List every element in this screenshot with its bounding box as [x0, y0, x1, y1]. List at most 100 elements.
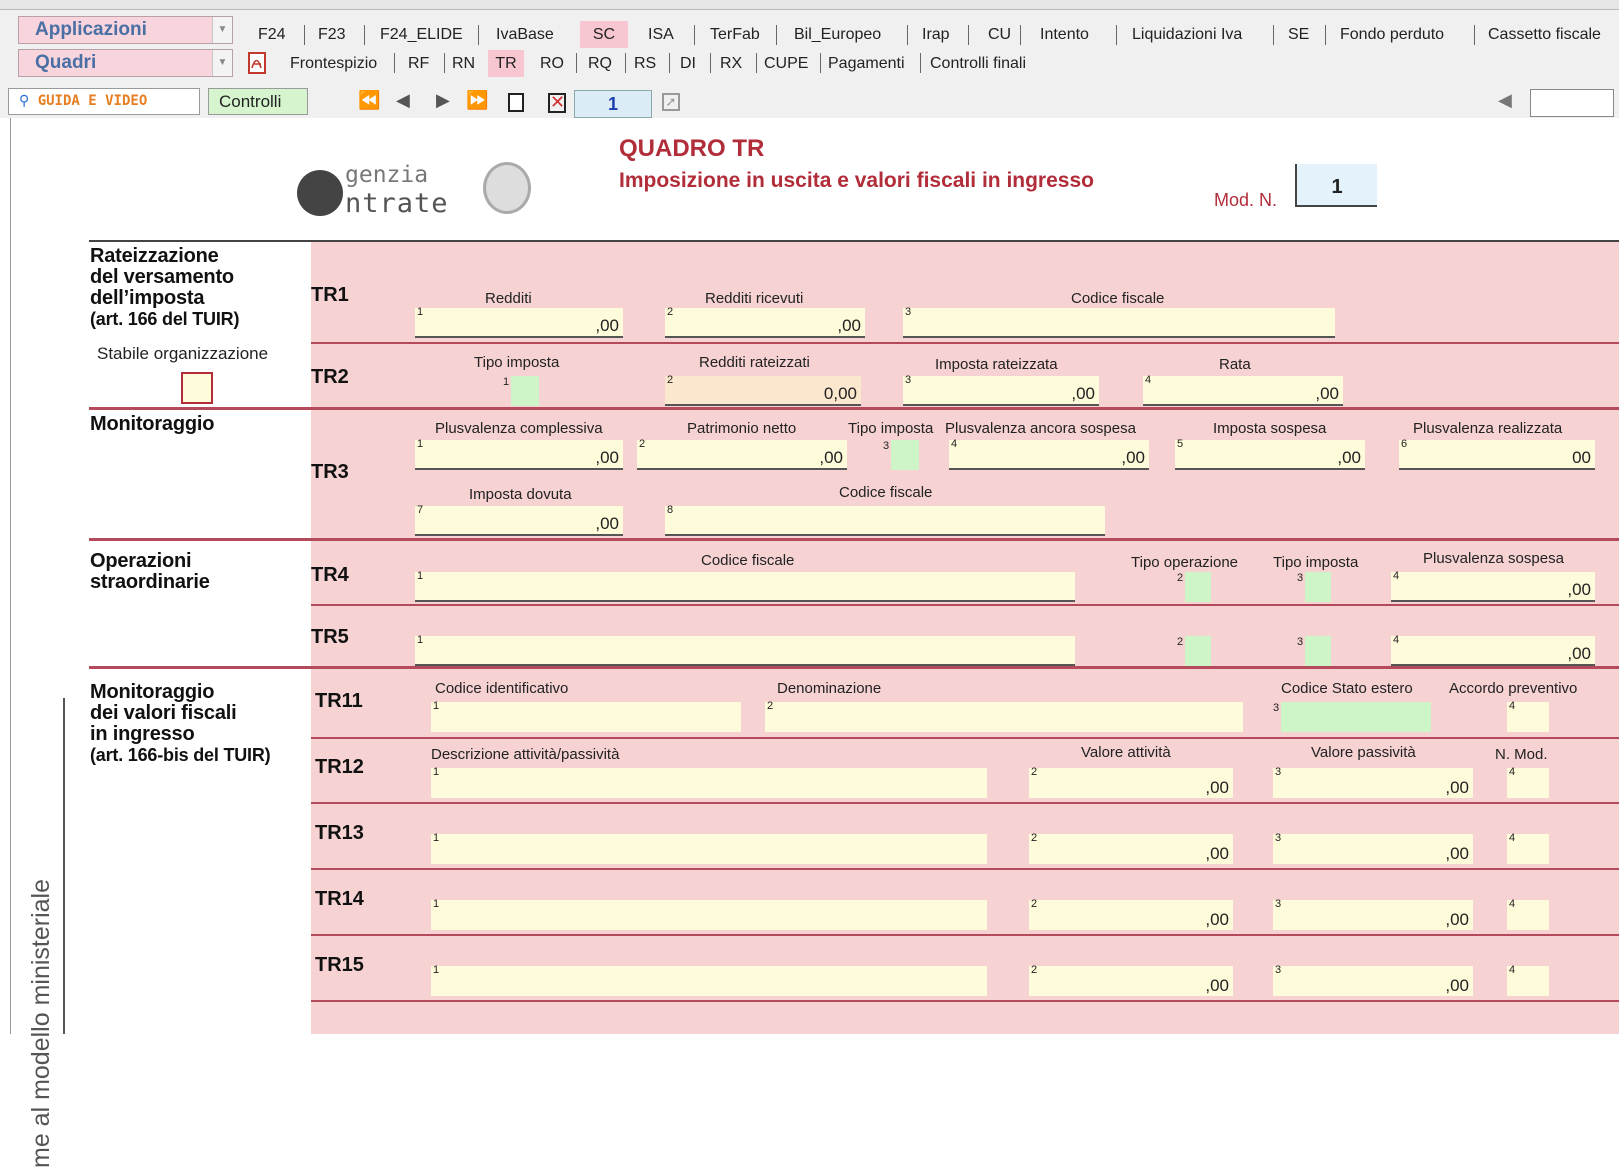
tr15-valore-passivita-field[interactable]: 3,00 — [1273, 964, 1473, 996]
tab-pagamenti[interactable]: Pagamenti — [828, 55, 905, 73]
tr1-redditi-ricevuti-field[interactable]: 2,00 — [665, 306, 865, 338]
tr3-patrimonio-netto-field[interactable]: 2,00 — [637, 438, 847, 470]
tab-sc[interactable]: SC — [580, 21, 628, 48]
tab-intento[interactable]: Intento — [1040, 26, 1089, 44]
tr5-tipo-operazione-field[interactable] — [1185, 636, 1211, 666]
tab-liquidazioni-iva[interactable]: Liquidazioni Iva — [1132, 26, 1242, 44]
tab-terfab[interactable]: TerFab — [710, 26, 760, 44]
tr1-codice-fiscale-field[interactable]: 3 — [903, 306, 1335, 338]
tr4-tipo-imposta-field[interactable] — [1305, 572, 1331, 602]
side-text: me al modello ministeriale — [27, 878, 55, 1168]
tr3-plusvalenza-complessiva-field[interactable]: 1,00 — [415, 438, 623, 470]
tr2-imposta-rateizzata-field[interactable]: 3,00 — [903, 374, 1099, 406]
pdf-icon[interactable] — [248, 52, 266, 74]
tab-irap[interactable]: Irap — [922, 26, 950, 44]
tr12-descrizione-field[interactable]: 1 — [431, 766, 987, 798]
guida-video-button[interactable]: ⚲ GUIDA E VIDEO — [8, 88, 200, 115]
tr12-valore-passivita-field[interactable]: 3,00 — [1273, 766, 1473, 798]
applicazioni-combo[interactable]: Applicazioni ▼ — [18, 16, 233, 44]
label-tipo-imposta-tr4: Tipo imposta — [1273, 554, 1359, 571]
tr11-denominazione-field[interactable]: 2 — [765, 700, 1243, 732]
label-imposta-sospesa: Imposta sospesa — [1213, 420, 1327, 437]
controlli-button[interactable]: Controlli — [208, 88, 308, 115]
tr14-n-mod-field[interactable]: 4 — [1507, 898, 1549, 930]
tr13-n-mod-field[interactable]: 4 — [1507, 832, 1549, 864]
tr15-descrizione-field[interactable]: 1 — [431, 964, 987, 996]
prev-page-icon[interactable]: ◀ — [396, 90, 410, 111]
tab-rq[interactable]: RQ — [588, 55, 612, 73]
last-page-icon[interactable]: ⏩ — [466, 90, 488, 111]
tr14-descrizione-field[interactable]: 1 — [431, 898, 987, 930]
scroll-left-icon[interactable]: ◀ — [1498, 90, 1512, 111]
tab-f23[interactable]: F23 — [318, 26, 346, 44]
tab-ro[interactable]: RO — [540, 55, 564, 73]
tab-rn[interactable]: RN — [452, 55, 475, 73]
help-icon: ⚲ — [19, 93, 30, 109]
new-page-icon[interactable] — [508, 93, 524, 112]
tab-di[interactable]: DI — [680, 55, 696, 73]
tr15-valore-attivita-field[interactable]: 2,00 — [1029, 964, 1233, 996]
tab-isa[interactable]: ISA — [648, 26, 674, 44]
tr4-tipo-operazione-field[interactable] — [1185, 572, 1211, 602]
first-page-icon[interactable]: ⏪ — [358, 90, 380, 111]
tr4-codice-fiscale-field[interactable]: 1 — [415, 570, 1075, 602]
tr13-valore-passivita-field[interactable]: 3,00 — [1273, 832, 1473, 864]
tab-rx[interactable]: RX — [720, 55, 742, 73]
stabile-field[interactable] — [181, 372, 213, 404]
tr2-tipo-imposta-field[interactable] — [511, 376, 539, 406]
tr12-valore-attivita-field[interactable]: 2,00 — [1029, 766, 1233, 798]
chevron-down-icon[interactable]: ▼ — [212, 50, 232, 76]
tr11-accordo-preventivo-field[interactable]: 4 — [1507, 700, 1549, 732]
tab-cupe[interactable]: CUPE — [764, 55, 808, 73]
tr11-codice-stato-estero-field[interactable] — [1281, 702, 1431, 732]
tr4-plusvalenza-sospesa-field[interactable]: 4,00 — [1391, 570, 1595, 602]
tr1-redditi-field[interactable]: 1,00 — [415, 306, 623, 338]
tab-rf[interactable]: RF — [408, 55, 429, 73]
tr5-tipo-imposta-field[interactable] — [1305, 636, 1331, 666]
divider-tr12 — [311, 802, 1619, 804]
tr12-n-mod-field[interactable]: 4 — [1507, 766, 1549, 798]
tab-f24[interactable]: F24 — [258, 26, 286, 44]
tab-controlli-finali[interactable]: Controlli finali — [930, 55, 1026, 73]
next-page-icon[interactable]: ▶ — [436, 90, 450, 111]
tab-f24-elide[interactable]: F24_ELIDE — [380, 26, 463, 44]
tr3-imposta-sospesa-field[interactable]: 5,00 — [1175, 438, 1365, 470]
tr15-n-mod-field[interactable]: 4 — [1507, 964, 1549, 996]
tab-ivabase[interactable]: IvaBase — [496, 26, 554, 44]
tr5-codice-fiscale-field[interactable]: 1 — [415, 634, 1075, 666]
quadri-combo[interactable]: Quadri ▼ — [18, 49, 233, 77]
tr13-valore-attivita-field[interactable]: 2,00 — [1029, 832, 1233, 864]
section-monitoraggio-valori: Monitoraggio dei valori fiscali in ingress… — [90, 681, 271, 766]
goto-page-icon[interactable]: ➚ — [662, 93, 680, 111]
tr3-imposta-dovuta-field[interactable]: 7,00 — [415, 504, 623, 536]
page-number-field[interactable]: 1 — [574, 90, 652, 118]
tr3-codice-fiscale-field[interactable]: 8 — [665, 504, 1105, 536]
tab-cu[interactable]: CU — [988, 26, 1011, 44]
search-field[interactable] — [1530, 89, 1614, 117]
tab-fondo-perduto[interactable]: Fondo perduto — [1340, 26, 1444, 44]
section-rateizzazione: Rateizzazione del versamento dell’imposta … — [90, 245, 240, 330]
tab-tr[interactable]: TR — [488, 50, 524, 77]
tr5-plusvalenza-sospesa-field[interactable]: 4,00 — [1391, 634, 1595, 666]
divider-tr1 — [311, 342, 1619, 344]
label-redditi-rateizzati: Redditi rateizzati — [699, 354, 810, 371]
tab-cassetto-fiscale[interactable]: Cassetto fiscale — [1488, 26, 1601, 44]
tr3-tipo-imposta-field[interactable] — [891, 440, 919, 470]
tab-se[interactable]: SE — [1288, 26, 1309, 44]
label-codice-fiscale-tr4: Codice fiscale — [701, 552, 795, 569]
tab-rs[interactable]: RS — [634, 55, 656, 73]
tr14-valore-attivita-field[interactable]: 2,00 — [1029, 898, 1233, 930]
tr2-rata-field[interactable]: 4,00 — [1143, 374, 1343, 406]
delete-page-icon[interactable]: ✕ — [548, 93, 566, 113]
mod-number-field[interactable]: 1 — [1295, 164, 1377, 207]
tr3-plusvalenza-realizzata-field[interactable]: 6 00 — [1399, 438, 1595, 470]
chevron-down-icon[interactable]: ▼ — [212, 17, 232, 43]
tr3-plusvalenza-ancora-sospesa-field[interactable]: 4,00 — [949, 438, 1149, 470]
tab-frontespizio[interactable]: Frontespizio — [290, 55, 377, 73]
tab-bil-europeo[interactable]: Bil_Europeo — [794, 26, 881, 44]
tr13-descrizione-field[interactable]: 1 — [431, 832, 987, 864]
tr11-codice-identificativo-field[interactable]: 1 — [431, 700, 741, 732]
label-tipo-imposta: Tipo imposta — [474, 354, 560, 371]
tr14-valore-passivita-field[interactable]: 3,00 — [1273, 898, 1473, 930]
tr2-redditi-rateizzati-field[interactable]: 2 0,00 — [665, 374, 861, 406]
